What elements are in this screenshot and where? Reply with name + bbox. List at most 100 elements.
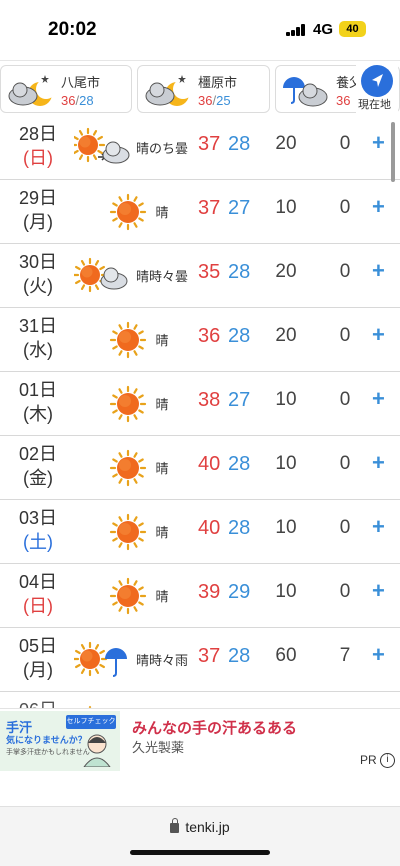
- row-weekday: (土): [23, 532, 53, 552]
- ad-pr-label: PR: [360, 753, 377, 767]
- forecast-row[interactable]: 04日 (日) 晴 39 29 10 0 +: [0, 564, 400, 628]
- sun-umbrella-icon: [88, 705, 92, 708]
- row-day: 04日: [18, 572, 58, 592]
- row-precip-probability: 10: [275, 517, 297, 538]
- sun-umbrella-icon: [74, 641, 127, 677]
- row-min-temp: 29: [228, 581, 251, 603]
- row-date: 04日 (日): [16, 570, 60, 618]
- row-weekday: (木): [23, 404, 53, 424]
- row-day: 03日: [18, 508, 58, 528]
- row-date: 02日 (金): [16, 442, 60, 490]
- row-min-temp: 28: [228, 645, 251, 667]
- city-temps: 36: [336, 93, 351, 108]
- row-max-temp: 35: [198, 261, 221, 283]
- sun-cloud-icon: [74, 257, 128, 293]
- forecast-row[interactable]: 30日 (火) 晴時々曇 35 28 20 0 +: [0, 244, 400, 308]
- row-min-temp: 27: [228, 389, 251, 411]
- status-bar: 20:02 4G 40: [0, 0, 400, 60]
- row-precip-probability: 60: [275, 645, 297, 666]
- expand-plus-icon[interactable]: +: [372, 450, 385, 476]
- expand-plus-icon[interactable]: +: [372, 194, 385, 220]
- forecast-row[interactable]: 01日 (木) 晴 38 27 10 0 +: [0, 372, 400, 436]
- forecast-row[interactable]: 28日 (日) 晴のち曇 37 28 20 0 +: [0, 116, 400, 180]
- row-precip-probability: 10: [275, 389, 297, 410]
- row-date: 03日 (土): [16, 506, 60, 554]
- row-condition: 晴のち曇: [135, 141, 188, 156]
- expand-plus-icon[interactable]: +: [372, 514, 385, 540]
- row-weekday: (火): [23, 276, 53, 296]
- browser-url-bar[interactable]: tenki.jp: [0, 806, 400, 866]
- row-max-temp: 37: [198, 197, 221, 219]
- row-weekday: (月): [23, 660, 53, 680]
- row-precip-amount: 0: [339, 261, 351, 282]
- row-precip-probability: 10: [275, 197, 297, 218]
- home-indicator[interactable]: [130, 850, 270, 855]
- expand-plus-icon[interactable]: +: [372, 642, 385, 668]
- city-card-kashihara[interactable]: 橿原市 36/25: [137, 65, 270, 113]
- url-display[interactable]: tenki.jp: [0, 818, 400, 835]
- row-precip-amount: 0: [339, 453, 351, 474]
- city-card-yao[interactable]: 八尾市 36/28: [0, 65, 132, 113]
- row-condition: 晴: [155, 525, 169, 540]
- row-min-temp: 28: [228, 133, 251, 155]
- city-name: 橿原市: [198, 75, 238, 90]
- row-day: 28日: [18, 124, 58, 144]
- expand-plus-icon[interactable]: +: [372, 386, 385, 412]
- row-day: 29日: [18, 188, 58, 208]
- forecast-row[interactable]: 03日 (土) 晴 40 28 10 0 +: [0, 500, 400, 564]
- ad-info-icon[interactable]: i: [380, 753, 395, 768]
- row-max-temp: 40: [198, 517, 221, 539]
- expand-plus-icon[interactable]: +: [372, 130, 385, 156]
- row-precip-probability: 10: [275, 581, 297, 602]
- ad-thumb-line1: 気になりませんか？: [6, 735, 87, 745]
- ad-headline[interactable]: みんなの手の汗あるある: [132, 717, 297, 738]
- status-time: 20:02: [48, 19, 97, 40]
- row-min-temp: 28: [228, 453, 251, 475]
- row-date: 28日 (日): [16, 122, 60, 170]
- row-min-temp: 28: [228, 261, 251, 283]
- row-precip-amount: 0: [339, 517, 351, 538]
- cloud-moon-icon: [145, 75, 192, 106]
- expand-plus-icon[interactable]: +: [372, 258, 385, 284]
- current-location-button[interactable]: 現在地: [356, 63, 398, 113]
- cloud-moon-icon: [8, 75, 55, 106]
- row-day: 01日: [18, 380, 58, 400]
- row-precip-probability: 10: [275, 453, 297, 474]
- row-date: 01日 (木): [16, 378, 60, 426]
- scrollbar[interactable]: [391, 122, 395, 182]
- row-date: 31日 (水): [16, 314, 60, 362]
- ad-thumbnail[interactable]: 手汗 セルフチェック 気になりませんか？ 手掌多汗症かもしれません: [0, 711, 120, 771]
- row-condition: 晴時々雨: [135, 653, 188, 668]
- row-date: 30日 (火): [16, 250, 60, 298]
- row-max-temp: 36: [198, 325, 221, 347]
- expand-plus-icon[interactable]: +: [372, 578, 385, 604]
- row-max-temp: 40: [198, 453, 221, 475]
- row-precip-probability: 20: [275, 133, 297, 154]
- row-max-temp: 39: [198, 581, 221, 603]
- row-weekday: (日): [23, 596, 53, 616]
- row-max-temp: 37: [198, 645, 221, 667]
- forecast-row[interactable]: 06日 +: [0, 692, 400, 708]
- row-min-temp: 28: [228, 325, 251, 347]
- person-illustration-icon: [83, 734, 111, 767]
- row-precip-amount: 0: [339, 389, 351, 410]
- row-date: 06日: [16, 698, 60, 708]
- expand-plus-icon[interactable]: +: [372, 322, 385, 348]
- row-condition: 晴: [155, 461, 169, 476]
- row-precip-amount: 0: [339, 325, 351, 346]
- ad-banner[interactable]: 手汗 セルフチェック 気になりませんか？ 手掌多汗症かもしれません みんなの手の…: [0, 708, 400, 772]
- current-location-label: 現在地: [358, 99, 391, 111]
- signal-icon: [286, 24, 306, 36]
- forecast-row[interactable]: 29日 (月) 晴 37 27 10 0 +: [0, 180, 400, 244]
- row-day: 02日: [18, 444, 58, 464]
- row-precip-amount: 0: [339, 133, 351, 154]
- row-max-temp: 38: [198, 389, 221, 411]
- row-weekday: (水): [23, 340, 53, 360]
- lock-icon: [170, 818, 180, 833]
- row-precip-amount: 0: [339, 581, 351, 602]
- forecast-row[interactable]: 02日 (金) 晴 40 28 10 0 +: [0, 436, 400, 500]
- forecast-row[interactable]: 05日 (月) 晴時々雨 37 28 60 7 +: [0, 628, 400, 692]
- row-weekday: (月): [23, 212, 53, 232]
- row-day: 05日: [18, 636, 58, 656]
- forecast-row[interactable]: 31日 (水) 晴 36 28 20 0 +: [0, 308, 400, 372]
